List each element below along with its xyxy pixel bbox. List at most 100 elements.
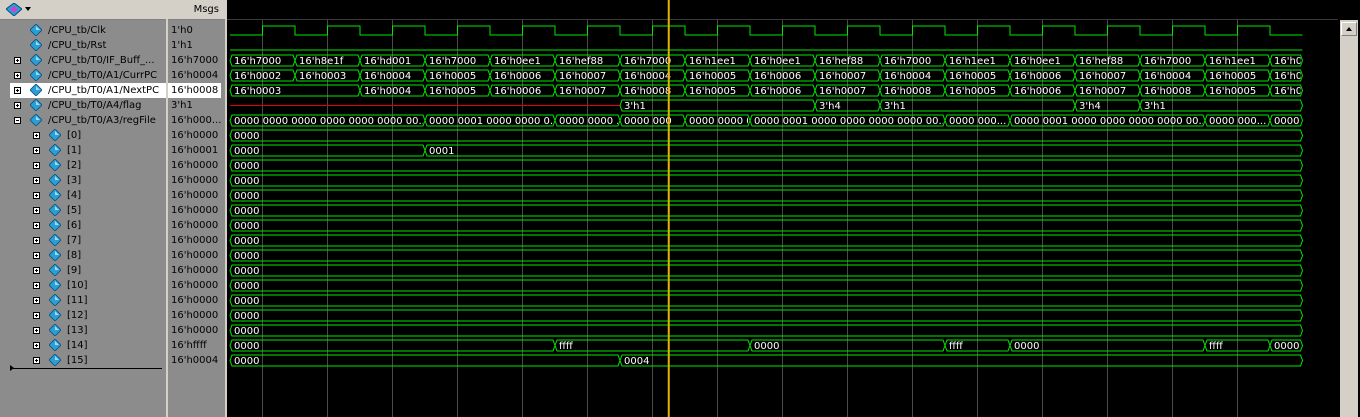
vertical-scrollbar[interactable]	[1340, 20, 1358, 417]
expand-icon[interactable]	[33, 132, 40, 139]
bus-value-label: 16'h0ee1	[754, 56, 801, 67]
expand-icon[interactable]	[33, 342, 40, 349]
bus-value-label: 0000	[234, 296, 259, 307]
wave-window-icon[interactable]	[6, 3, 22, 16]
bus-segment	[229, 324, 1304, 337]
bus-segment	[229, 129, 1304, 142]
signal-name[interactable]: /CPU_tb/Clk	[48, 23, 106, 38]
diamond-signal-icon	[30, 24, 42, 36]
diamond-signal-icon	[49, 234, 61, 246]
signal-name[interactable]: /CPU_tb/T0/A3/regFile	[48, 113, 156, 128]
bus-value-label: 16'h0006	[754, 71, 801, 82]
signal-name[interactable]: [13]	[67, 323, 88, 338]
bus-value-label: 16'h7000	[884, 56, 931, 67]
bus-value-label: 16'h0007	[819, 86, 866, 97]
signal-name[interactable]: [3]	[67, 173, 81, 188]
bus-value-label: 0000	[234, 341, 259, 352]
bus-value-label: 0000 0001 0000 0000 0...	[429, 116, 559, 127]
signal-value: 16'h0000	[171, 280, 219, 291]
bus-value-label: 16'h0006	[1274, 71, 1321, 82]
bus-value-label: 3'h1	[884, 101, 906, 112]
expand-icon[interactable]	[33, 222, 40, 229]
bus-segment	[229, 264, 1304, 277]
expand-icon[interactable]	[33, 147, 40, 154]
bus-value-label: 16'hd001	[364, 56, 411, 67]
expand-icon[interactable]	[33, 312, 40, 319]
collapse-icon[interactable]	[14, 117, 21, 124]
signal-value: 1'h1	[171, 40, 193, 51]
bus-value-label: 0000	[1274, 341, 1299, 352]
bus-value-label: 16'h0005	[1209, 71, 1256, 82]
signal-value: 16'h7000	[171, 55, 219, 66]
bus-value-label: 16'h0003	[234, 86, 281, 97]
waveform-pane[interactable]: 16'h7000 16'h8e1f 16'hd001 16'h7000 16'h0ee1…	[227, 0, 1338, 417]
signal-name[interactable]: [9]	[67, 263, 81, 278]
expand-icon[interactable]	[33, 327, 40, 334]
diamond-signal-icon	[49, 264, 61, 276]
signal-name[interactable]: [6]	[67, 218, 81, 233]
scroll-up-button[interactable]	[1341, 22, 1357, 36]
expand-icon[interactable]	[14, 102, 21, 109]
expand-icon[interactable]	[33, 177, 40, 184]
signal-name[interactable]: [11]	[67, 293, 88, 308]
signal-name[interactable]: [5]	[67, 203, 81, 218]
bus-value-label: ffff	[559, 341, 574, 352]
diamond-signal-icon	[49, 174, 61, 186]
bus-value-label: 0004	[624, 356, 649, 367]
bus-value-label: 16'h0005	[1209, 86, 1256, 97]
bus-value-label: 16'h0005	[949, 86, 996, 97]
signal-value: 16'h0000	[171, 205, 219, 216]
bus-value-label: 16'h8e1f	[299, 56, 344, 67]
signal-value: 16'h0000	[171, 310, 219, 321]
waveform-canvas[interactable]: 16'h7000 16'h8e1f 16'hd001 16'h7000 16'h0ee1…	[227, 0, 1338, 417]
signal-name[interactable]: /CPU_tb/T0/IF_Buff_...	[48, 53, 155, 68]
expand-icon[interactable]	[33, 207, 40, 214]
signal-name[interactable]: [4]	[67, 188, 81, 203]
bus-value-label: 16'h0007	[559, 71, 606, 82]
diamond-signal-icon	[30, 39, 42, 51]
signal-name[interactable]: [10]	[67, 278, 88, 293]
signal-name[interactable]: [8]	[67, 248, 81, 263]
expand-icon[interactable]	[14, 87, 21, 94]
signal-value: 16'h000...	[171, 115, 222, 126]
signal-name[interactable]: [0]	[67, 128, 81, 143]
bus-value-label: 0000	[234, 326, 259, 337]
signal-name[interactable]: [15]	[67, 353, 88, 368]
expand-icon[interactable]	[33, 282, 40, 289]
signal-name[interactable]: [2]	[67, 158, 81, 173]
bus-value-label: 0000	[234, 251, 259, 262]
expand-icon[interactable]	[33, 162, 40, 169]
bus-value-label: 16'h7000	[234, 56, 281, 67]
bus-value-label: 0000	[234, 311, 259, 322]
expand-icon[interactable]	[33, 357, 40, 364]
expand-icon[interactable]	[33, 237, 40, 244]
bus-segment	[229, 249, 1304, 262]
bus-value-label: 0000	[234, 191, 259, 202]
bus-value-label: 16'h0005	[689, 86, 736, 97]
signal-name[interactable]: [14]	[67, 338, 88, 353]
bus-value-label: 16'h0ee1	[1274, 56, 1321, 67]
bus-value-label: 0000	[234, 356, 259, 367]
signal-name[interactable]: /CPU_tb/T0/A1/NextPC	[48, 83, 159, 98]
signal-name[interactable]: [12]	[67, 308, 88, 323]
expand-icon[interactable]	[33, 192, 40, 199]
expand-icon[interactable]	[33, 252, 40, 259]
expand-icon[interactable]	[14, 72, 21, 79]
signal-name[interactable]: [1]	[67, 143, 81, 158]
signal-name[interactable]: /CPU_tb/T0/A4/flag	[48, 98, 142, 113]
signal-name[interactable]: /CPU_tb/T0/A1/CurrPC	[48, 68, 157, 83]
expand-icon[interactable]	[33, 297, 40, 304]
signal-name[interactable]: /CPU_tb/Rst	[48, 38, 106, 53]
expand-icon[interactable]	[14, 57, 21, 64]
signal-value: 16'h0000	[171, 250, 219, 261]
chevron-down-icon[interactable]	[25, 7, 31, 11]
signal-name[interactable]: [7]	[67, 233, 81, 248]
signal-value: 3'h1	[171, 100, 193, 111]
bus-value-label: 3'h4	[1079, 101, 1101, 112]
bus-value-label: 0000	[234, 146, 259, 157]
diamond-signal-icon	[49, 309, 61, 321]
diamond-signal-icon	[49, 159, 61, 171]
expand-icon[interactable]	[33, 267, 40, 274]
diamond-signal-icon	[30, 54, 42, 66]
bus-value-label: 16'h0006	[1014, 86, 1061, 97]
